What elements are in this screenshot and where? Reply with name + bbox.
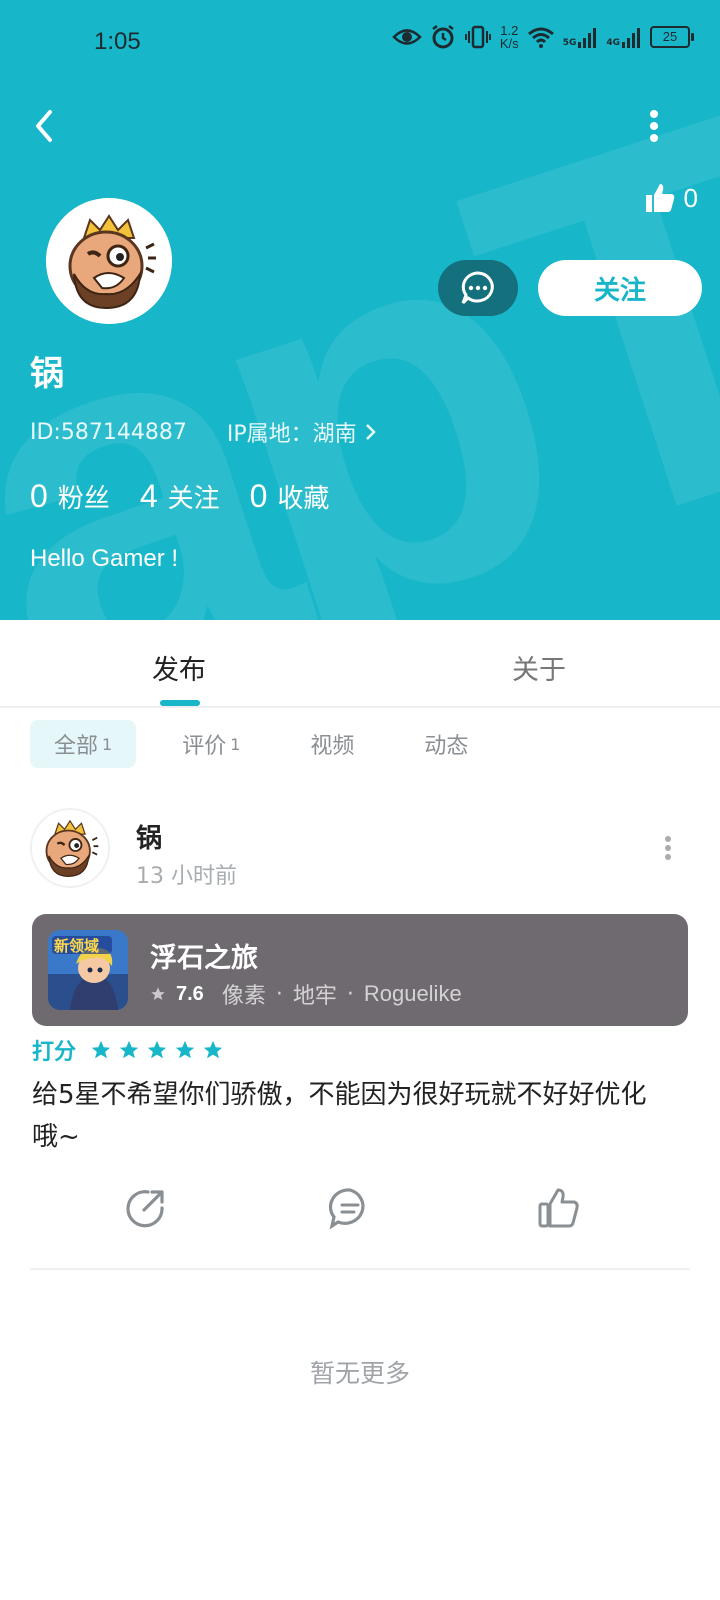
stat-fans[interactable]: 0 粉丝: [30, 478, 110, 515]
game-card[interactable]: 新领域 浮石之旅 7.6 像素 · 地牢 · Roguelike: [32, 914, 688, 1026]
game-tag: Roguelike: [363, 981, 462, 1006]
stat-number: 0: [30, 478, 48, 514]
tab-about[interactable]: 关于: [512, 648, 566, 687]
star-icon: [151, 987, 165, 1000]
net-speed-unit: K/s: [499, 36, 519, 51]
net-speed: 1.2 K/s: [500, 24, 519, 50]
stat-label: 粉丝: [57, 484, 110, 514]
signal-5g: 5G: [563, 26, 599, 48]
battery-icon: 25: [650, 26, 694, 48]
filter-chips: 全部 1 评价 1 视频 动态: [30, 720, 492, 768]
chip-count: 1: [230, 734, 241, 754]
wifi-icon: [527, 27, 554, 48]
back-arrow-icon[interactable]: [28, 106, 64, 146]
game-meta: 7.6 像素 · 地牢 · Roguelike: [150, 978, 462, 1010]
review-text: 给5星不希望你们骄傲，不能因为很好玩就不好好优化哦~: [32, 1080, 647, 1152]
rating-star-icon: [175, 1040, 195, 1059]
share-icon[interactable]: [124, 1186, 168, 1230]
rating-star-icon: [119, 1040, 139, 1059]
post-author-name[interactable]: 锅: [136, 818, 162, 855]
tab-indicator: [160, 700, 200, 706]
chip-label: 动态: [424, 734, 469, 759]
like-icon[interactable]: [536, 1186, 580, 1230]
no-more-text: 暂无更多: [309, 1359, 410, 1388]
game-icon-label: 新领域: [54, 937, 99, 955]
stat-number: 0: [249, 478, 268, 514]
signal-bars-icon: [578, 28, 597, 48]
ip-location[interactable]: IP属地：湖南: [227, 416, 377, 448]
avatar-image: [46, 198, 172, 324]
content-tabs: 发布 关于: [0, 620, 720, 708]
game-tag: 地牢: [292, 984, 337, 1009]
chip-all[interactable]: 全部 1: [30, 720, 137, 768]
alarm-icon: [432, 25, 454, 49]
signal-bars-icon: [622, 28, 640, 48]
rating-star-icon: [203, 1040, 223, 1059]
rating-label: 打分: [32, 1040, 77, 1065]
chip-moments[interactable]: 动态: [400, 720, 492, 768]
post-divider: [30, 1268, 690, 1270]
tag-separator: ·: [275, 981, 283, 1007]
game-icon-art: 新领域: [48, 930, 128, 1010]
stat-following[interactable]: 4 关注: [140, 478, 220, 515]
chevron-right-icon: [365, 424, 376, 440]
post-author-avatar[interactable]: [32, 810, 108, 886]
chip-count: 1: [102, 734, 113, 754]
rating-star-icon: [91, 1040, 111, 1059]
game-icon: 新领域: [48, 930, 128, 1010]
user-id: ID:587144887: [30, 419, 187, 445]
avatar[interactable]: [46, 198, 172, 324]
tag-separator: ·: [346, 981, 354, 1007]
stat-label: 关注: [167, 484, 220, 514]
chip-label: 全部: [54, 734, 99, 759]
avatar-image: [32, 810, 108, 886]
chip-label: 视频: [310, 734, 355, 759]
stat-number: 4: [139, 478, 158, 514]
vibrate-icon: [464, 25, 491, 49]
profile-bio: Hello Gamer !: [30, 545, 179, 572]
profile-name: 锅: [30, 354, 64, 394]
signal-2-label: 4G: [606, 38, 620, 48]
rating-star-icon: [147, 1040, 167, 1059]
game-score: 7.6: [176, 982, 204, 1005]
signal-4g: 4G: [606, 26, 642, 48]
stat-label: 收藏: [277, 484, 330, 514]
rating-row: 打分: [32, 1034, 224, 1066]
eye-icon: [392, 29, 422, 45]
status-bar: 1:05 1.2 K/s 5G 4G 25: [0, 0, 720, 88]
likes-count: 0: [683, 182, 698, 213]
signal-1-label: 5G: [562, 38, 577, 48]
more-vertical-icon[interactable]: [646, 108, 662, 144]
id-line: ID:587144887 IP属地：湖南: [30, 416, 377, 448]
chip-label: 评价: [182, 734, 227, 759]
post-time: 13 小时前: [136, 864, 237, 889]
game-name: 浮石之旅: [150, 943, 258, 974]
status-icons: 1.2 K/s 5G 4G 25: [392, 24, 694, 50]
game-tag: 像素: [221, 984, 266, 1009]
likes-counter[interactable]: 0: [644, 182, 698, 214]
tab-posts[interactable]: 发布: [152, 648, 206, 687]
status-time: 1:05: [94, 28, 141, 55]
rating-stars: [90, 1039, 224, 1061]
profile-stats: 0 粉丝 4 关注 0 收藏: [30, 478, 329, 515]
message-button[interactable]: [438, 260, 518, 316]
chip-videos[interactable]: 视频: [286, 720, 378, 768]
profile-header: apTa 1:05 1.2 K/s 5G 4G 25 0 关注 锅 ID:587…: [0, 0, 720, 620]
comment-icon[interactable]: [328, 1186, 372, 1230]
thumbs-up-icon: [645, 184, 674, 212]
chip-reviews[interactable]: 评价 1: [158, 720, 264, 768]
stat-favorites[interactable]: 0 收藏: [250, 478, 330, 515]
ip-location-text: IP属地：湖南: [226, 422, 357, 447]
post-actions: [30, 1186, 690, 1246]
post-more-icon[interactable]: [664, 836, 672, 860]
follow-button[interactable]: 关注: [538, 260, 702, 316]
chat-bubble-icon: [461, 271, 494, 305]
